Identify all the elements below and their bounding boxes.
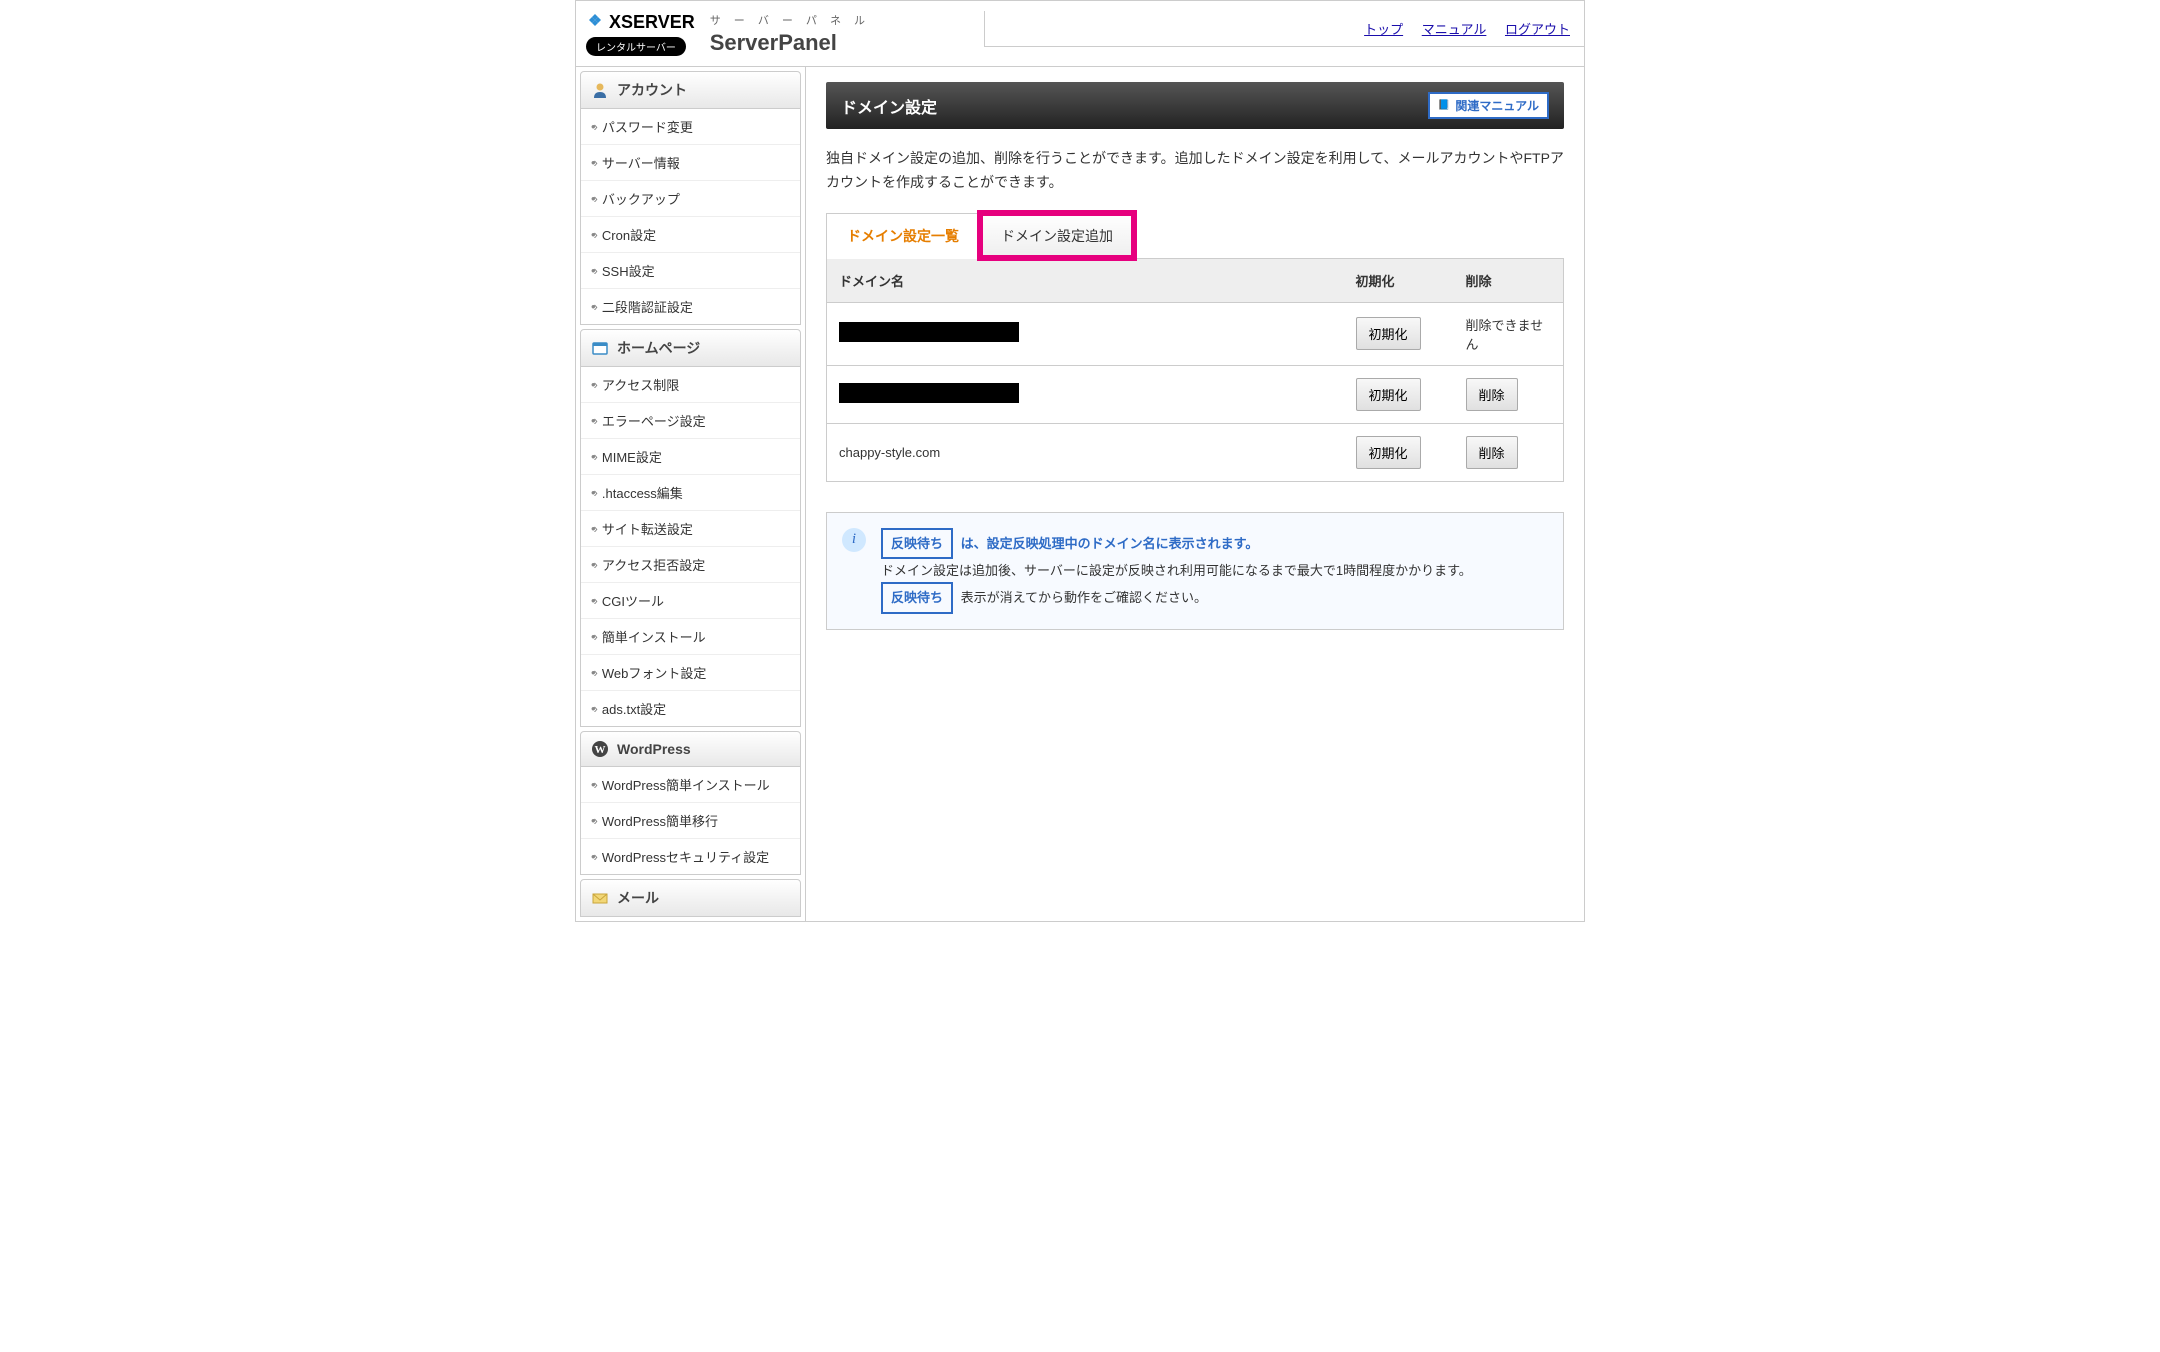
col-init: 初期化 [1344,259,1454,303]
sidebar-item-site-redirect[interactable]: サイト転送設定 [581,511,800,547]
tab-domain-add[interactable]: ドメイン設定追加 [980,213,1134,258]
info-icon: i [842,528,866,552]
sidebar-item-wp-install[interactable]: WordPress簡単インストール [581,767,800,803]
sidebar-item-error-page[interactable]: エラーページ設定 [581,403,800,439]
info-line2-text: 表示が消えてから動作をご確認ください。 [961,590,1207,605]
domain-redacted [839,383,1019,403]
nav-top[interactable]: トップ [1364,22,1403,37]
window-icon [591,339,609,357]
table-row: 初期化 削除 [827,365,1564,423]
sidebar-item-access-deny[interactable]: アクセス拒否設定 [581,547,800,583]
wordpress-icon: W [591,740,609,758]
sidebar-item-ssh[interactable]: SSH設定 [581,253,800,289]
sidebar-item-adstxt[interactable]: ads.txt設定 [581,691,800,726]
sidebar-item-webfont[interactable]: Webフォント設定 [581,655,800,691]
person-icon [591,81,609,99]
sidebar-section-label: ホームページ [617,338,700,358]
init-button[interactable]: 初期化 [1356,436,1421,469]
sidebar-item-wp-migrate[interactable]: WordPress簡単移行 [581,803,800,839]
domain-table: ドメイン名 初期化 削除 初期化 削除できません 初期化 削除 [826,259,1564,482]
sidebar-item-2fa[interactable]: 二段階認証設定 [581,289,800,324]
sidebar-item-mime[interactable]: MIME設定 [581,439,800,475]
domain-redacted [839,322,1019,342]
related-manual-button[interactable]: 関連マニュアル [1428,92,1549,119]
sidebar-item-access-limit[interactable]: アクセス制限 [581,367,800,403]
info-box: i 反映待ち は、設定反映処理中のドメイン名に表示されます。 ドメイン設定は追加… [826,512,1564,630]
info-line2: 反映待ち 表示が消えてから動作をご確認ください。 [881,582,1472,613]
sidebar-item-easy-install[interactable]: 簡単インストール [581,619,800,655]
sidebar-item-htaccess[interactable]: .htaccess編集 [581,475,800,511]
sidebar-item-server-info[interactable]: サーバー情報 [581,145,800,181]
sidebar-header-wordpress[interactable]: W WordPress [580,731,801,767]
info-title-text: は、設定反映処理中のドメイン名に表示されます。 [961,536,1259,551]
xserver-icon [586,11,604,34]
sidebar-item-wp-security[interactable]: WordPressセキュリティ設定 [581,839,800,874]
main-content: ドメイン設定 関連マニュアル 独自ドメイン設定の追加、削除を行うことができます。… [806,67,1584,921]
init-button[interactable]: 初期化 [1356,378,1421,411]
sidebar-item-password[interactable]: パスワード変更 [581,109,800,145]
col-domain: ドメイン名 [827,259,1344,303]
sidebar-section-label: WordPress [617,741,691,757]
header: XSERVER レンタルサーバー サ ー バ ー パ ネ ル ServerPan… [576,11,1584,67]
page-title: ドメイン設定 [841,94,937,118]
brand-text: XSERVER [609,12,695,33]
sidebar-header-mail[interactable]: メール [580,879,801,917]
panel-title: ServerPanel [710,30,870,56]
sidebar-header-homepage[interactable]: ホームページ [580,329,801,367]
nav-manual[interactable]: マニュアル [1422,22,1487,37]
sidebar-header-account[interactable]: アカウント [580,71,801,109]
xserver-logo: XSERVER レンタルサーバー [586,11,695,56]
sidebar-item-backup[interactable]: バックアップ [581,181,800,217]
top-navigation: トップ マニュアル ログアウト [984,11,1584,47]
mail-icon [591,889,609,907]
domain-name: chappy-style.com [839,445,940,460]
table-row: chappy-style.com 初期化 削除 [827,423,1564,481]
table-row: 初期化 削除できません [827,302,1564,365]
delete-button[interactable]: 削除 [1466,378,1518,411]
sidebar-section-label: アカウント [617,80,687,100]
delete-button[interactable]: 削除 [1466,436,1518,469]
info-line1: ドメイン設定は追加後、サーバーに設定が反映され利用可能になるまで最大で1時間程度… [881,559,1472,582]
info-title-line: 反映待ち は、設定反映処理中のドメイン名に表示されます。 [881,528,1472,559]
rental-badge: レンタルサーバー [586,37,686,56]
wait-badge: 反映待ち [881,528,953,559]
nav-logout[interactable]: ログアウト [1505,22,1570,37]
wait-badge: 反映待ち [881,582,953,613]
sidebar-item-cgi[interactable]: CGIツール [581,583,800,619]
sidebar: アカウント パスワード変更 サーバー情報 バックアップ Cron設定 SSH設定… [576,67,806,921]
svg-text:W: W [595,744,606,756]
sidebar-section-label: メール [617,888,659,908]
init-button[interactable]: 初期化 [1356,317,1421,350]
panel-subtitle: サ ー バ ー パ ネ ル [710,12,870,28]
delete-unavailable-text: 削除できません [1466,318,1544,352]
col-delete: 削除 [1454,259,1564,303]
sidebar-item-cron[interactable]: Cron設定 [581,217,800,253]
tab-domain-list[interactable]: ドメイン設定一覧 [826,213,980,258]
page-description: 独自ドメイン設定の追加、削除を行うことができます。追加したドメイン設定を利用して… [826,147,1564,195]
